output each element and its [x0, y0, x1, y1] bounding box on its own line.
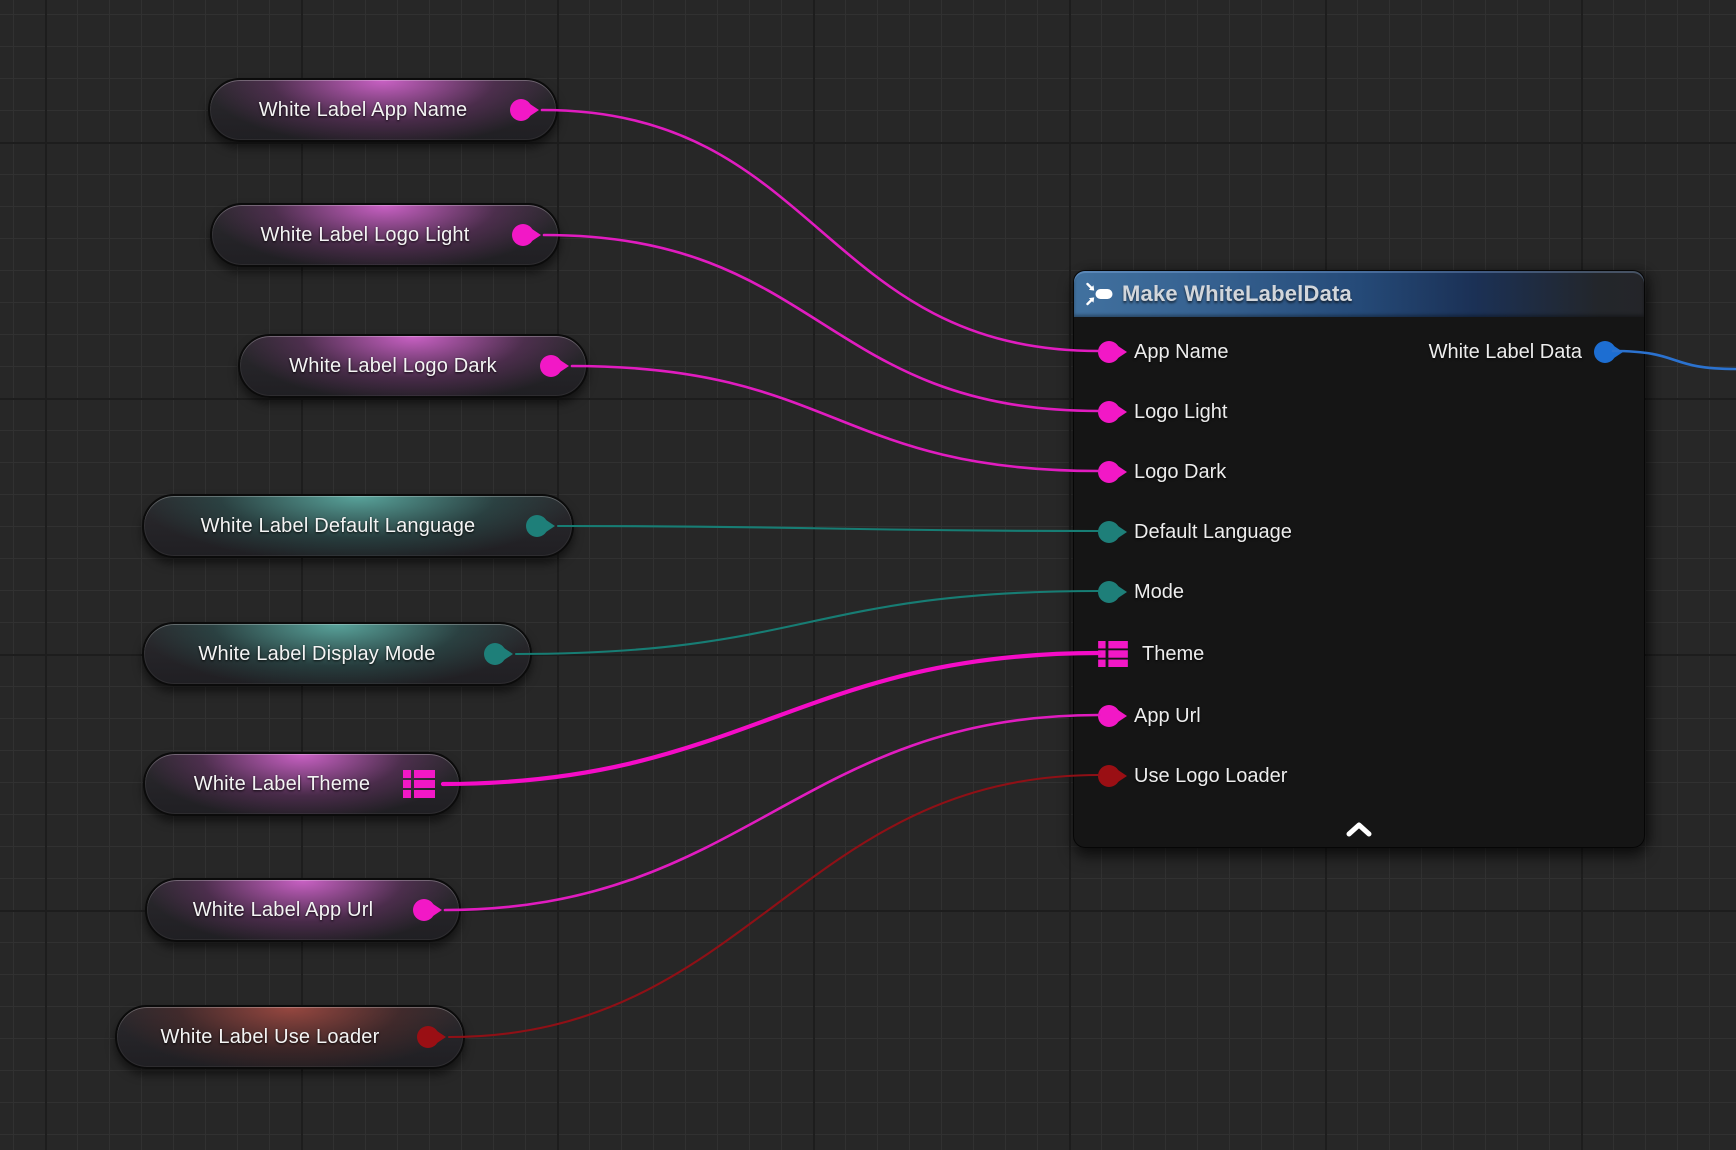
node-label: White Label App Name [259, 99, 508, 122]
pin-white-label-app-url-output[interactable] [413, 899, 435, 921]
pin-label: App Name [1134, 341, 1229, 364]
node-white-label-display-mode[interactable]: White Label Display Mode [142, 622, 532, 686]
pin-row-use-logo-loader[interactable]: Use Logo Loader [1098, 759, 1287, 793]
pin-mode-input[interactable] [1098, 581, 1120, 603]
pin-row-app-name[interactable]: App Name [1098, 335, 1229, 369]
pin-row-logo-dark[interactable]: Logo Dark [1098, 455, 1226, 489]
wire-app-name[interactable] [542, 110, 1099, 351]
node-white-label-logo-light[interactable]: White Label Logo Light [210, 203, 560, 267]
pin-label: Theme [1142, 643, 1204, 666]
pin-label: Mode [1134, 581, 1184, 604]
pin-app-name-input[interactable] [1098, 341, 1120, 363]
pin-white-label-logo-light-output[interactable] [512, 224, 534, 246]
pin-row-logo-light[interactable]: Logo Light [1098, 395, 1227, 429]
node-label: White Label Display Mode [198, 643, 475, 666]
node-white-label-use-loader[interactable]: White Label Use Loader [115, 1005, 465, 1069]
pin-logo-dark-input[interactable] [1098, 461, 1120, 483]
wire-mode[interactable] [516, 591, 1099, 654]
pin-default-language-input[interactable] [1098, 521, 1120, 543]
wire-logo-light[interactable] [544, 235, 1099, 411]
node-label: White Label Default Language [201, 515, 516, 538]
pin-row-theme[interactable]: Theme [1098, 637, 1204, 671]
node-label: White Label Use Loader [161, 1026, 420, 1049]
node-label: White Label App Url [193, 899, 414, 922]
collapse-node-button[interactable] [1340, 820, 1378, 839]
node-white-label-app-url[interactable]: White Label App Url [145, 878, 461, 942]
pin-white-label-use-loader-output[interactable] [417, 1026, 439, 1048]
node-white-label-theme[interactable]: White Label Theme [143, 752, 461, 816]
node-title: Make WhiteLabelData [1122, 281, 1352, 307]
make-struct-icon [1086, 282, 1113, 306]
struct-pin-icon-white-label-theme[interactable] [403, 770, 435, 798]
node-header[interactable]: Make WhiteLabelData [1074, 271, 1644, 317]
node-white-label-app-name[interactable]: White Label App Name [208, 78, 558, 142]
node-make-whitelabeldata[interactable]: Make WhiteLabelData App Name Logo Light Lo… [1073, 270, 1645, 848]
pin-label: App Url [1134, 705, 1201, 728]
pin-row-white-label-data[interactable]: White Label Data [1429, 335, 1616, 369]
pin-label: Default Language [1134, 521, 1292, 544]
chevron-up-icon [1346, 822, 1372, 837]
output-pin-label: White Label Data [1429, 341, 1582, 364]
pin-label: Use Logo Loader [1134, 765, 1287, 788]
pin-white-label-app-name-output[interactable] [510, 99, 532, 121]
node-label: White Label Logo Light [261, 224, 510, 247]
wire-logo-dark[interactable] [572, 366, 1099, 471]
blueprint-graph-canvas[interactable]: Make WhiteLabelData App Name Logo Light Lo… [0, 0, 1736, 1150]
pin-use-logo-loader-input[interactable] [1098, 765, 1120, 787]
pin-logo-light-input[interactable] [1098, 401, 1120, 423]
wire-default-language[interactable] [558, 526, 1099, 531]
wire-app-url[interactable] [445, 715, 1099, 910]
struct-pin-icon-theme[interactable] [1098, 641, 1128, 667]
node-white-label-default-language[interactable]: White Label Default Language [142, 494, 574, 558]
node-white-label-logo-dark[interactable]: White Label Logo Dark [238, 334, 588, 398]
pin-label: Logo Dark [1134, 461, 1226, 484]
wire-use-logo-loader[interactable] [449, 775, 1099, 1037]
pin-row-app-url[interactable]: App Url [1098, 699, 1201, 733]
node-label: White Label Logo Dark [289, 355, 537, 378]
pin-row-mode[interactable]: Mode [1098, 575, 1184, 609]
pin-app-url-input[interactable] [1098, 705, 1120, 727]
wire-theme[interactable] [443, 653, 1099, 784]
pin-row-default-language[interactable]: Default Language [1098, 515, 1292, 549]
pin-label: Logo Light [1134, 401, 1227, 424]
pin-white-label-default-language-output[interactable] [526, 515, 548, 537]
pin-white-label-logo-dark-output[interactable] [540, 355, 562, 377]
pin-white-label-display-mode-output[interactable] [484, 643, 506, 665]
node-label: White Label Theme [194, 773, 410, 796]
